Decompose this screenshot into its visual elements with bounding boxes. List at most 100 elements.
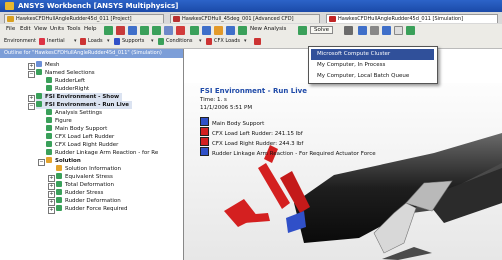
legend-swatch (200, 127, 209, 136)
collapse-icon[interactable]: − (38, 159, 45, 166)
load-icon (46, 133, 52, 139)
selection-icon (46, 85, 52, 91)
tab-project[interactable]: HawkesCFDHullAngleRudder45d_011 [Project… (4, 14, 164, 23)
tree-label: RudderRight (55, 86, 90, 92)
worksheet-icon[interactable] (214, 26, 223, 35)
supports-button[interactable]: Supports (122, 38, 144, 44)
solve-button[interactable]: Solve (310, 26, 334, 34)
generate-icon[interactable] (104, 26, 113, 35)
tree-label: Solution (55, 158, 81, 164)
cfx-loads-icon (206, 38, 212, 45)
tree-item-solution[interactable]: Solution (46, 157, 81, 165)
tree-item-solution-info[interactable]: Solution Information (56, 165, 121, 173)
clear-icon[interactable] (116, 26, 125, 35)
legend-label: Rudder Linkage Arm Reaction - For Requir… (212, 151, 376, 157)
menu-file[interactable]: File (6, 26, 15, 32)
loads-button[interactable]: Loads (88, 38, 103, 44)
conditions-dropdown-icon[interactable]: ▾ (199, 38, 202, 44)
tree-item-fsi-show[interactable]: FSI Environment - Show (36, 93, 123, 101)
fit-icon[interactable] (382, 26, 391, 35)
tree-item-main-body-support[interactable]: Main Body Support (46, 125, 107, 133)
tree-item-named-selections[interactable]: Named Selections (36, 69, 95, 77)
new-analysis-icon (238, 26, 247, 35)
check-icon[interactable] (190, 26, 199, 35)
expand-icon[interactable]: + (48, 175, 55, 182)
environment-label: Environment (4, 38, 36, 44)
inertial-dropdown-icon[interactable]: ▾ (74, 38, 77, 44)
tree-item-rudder-stress[interactable]: Rudder Stress (56, 189, 103, 197)
tree-item-rudder-force-required[interactable]: Rudder Force Required (56, 205, 128, 213)
expand-icon[interactable]: + (28, 63, 35, 70)
update-icon[interactable] (128, 26, 137, 35)
cfx-loads-dropdown-icon[interactable]: ▾ (244, 38, 247, 44)
collapse-icon[interactable]: − (28, 103, 35, 110)
menu-item-in-process[interactable]: My Computer, In Process (311, 60, 434, 71)
expand-icon[interactable]: + (48, 191, 55, 198)
tree-label: Equivalent Stress (65, 174, 113, 180)
chart-icon[interactable] (202, 26, 211, 35)
tree-item-equivalent-stress[interactable]: Equivalent Stress (56, 173, 113, 181)
supports-dropdown-icon[interactable]: ▾ (151, 38, 154, 44)
tree-label: Rudder Force Required (65, 206, 128, 212)
window-titlebar: ANSYS Workbench [ANSYS Multiphysics] (0, 0, 502, 12)
tab-simulation[interactable]: HawkesCFDHullAngleRudder45d_011 [Simulat… (326, 14, 498, 23)
menu-tools[interactable]: Tools (67, 26, 81, 32)
probe-icon[interactable] (140, 26, 149, 35)
tree-item-total-deformation[interactable]: Total Deformation (56, 181, 114, 189)
tree-item-rudder-right[interactable]: RudderRight (46, 85, 89, 93)
solve-dropdown-arrow-icon[interactable] (344, 26, 353, 35)
tree-item-rudder-linkage[interactable]: Rudder Linkage Arm Reaction - for Re (46, 149, 158, 157)
tree-item-fsi-run-live[interactable]: FSI Environment - Run Live (36, 101, 133, 109)
expand-icon[interactable]: + (48, 199, 55, 206)
tree-item-figure[interactable]: Figure (46, 117, 72, 125)
menu-item-local-batch-queue[interactable]: My Computer, Local Batch Queue (311, 71, 434, 82)
named-selection-icon (36, 69, 42, 75)
menu-units[interactable]: Units (50, 26, 64, 32)
solve-icon (298, 26, 307, 35)
report-icon[interactable] (176, 26, 185, 35)
tree-item-rudder-deformation[interactable]: Rudder Deformation (56, 197, 121, 205)
expand-icon[interactable]: + (48, 183, 55, 190)
tab-advanced-cfd[interactable]: HawkesCFDHull_45deg_001 [Advanced CFD] (170, 14, 320, 23)
tree-item-cfx-load-left[interactable]: CFX Load Left Rudder (46, 133, 114, 141)
conditions-button[interactable]: Conditions (166, 38, 192, 44)
result-icon (56, 197, 62, 203)
tree-label: Solution Information (65, 166, 121, 172)
expand-icon[interactable]: + (28, 95, 35, 102)
legend-item-cfx-right: CFX Load Right Rudder: 244.3 lbf (200, 137, 303, 147)
legend-swatch (200, 137, 209, 146)
tree-item-analysis-settings[interactable]: Analysis Settings (46, 109, 102, 117)
tab-label: HawkesCFDHull_45deg_001 [Advanced CFD] (182, 16, 294, 22)
tool-icon[interactable] (254, 38, 261, 45)
result-icon (56, 205, 62, 211)
menu-edit[interactable]: Edit (20, 26, 31, 32)
tree-label: Total Deformation (65, 182, 114, 188)
window-icon[interactable] (394, 26, 403, 35)
viewport-time: Time: 1. s (200, 97, 227, 103)
selection-icon (46, 77, 52, 83)
cfx-loads-button[interactable]: CFX Loads (214, 38, 240, 44)
support-icon (46, 125, 52, 131)
menu-view[interactable]: View (34, 26, 47, 32)
menu-item-microsoft-compute-cluster[interactable]: Microsoft Compute Cluster (311, 49, 434, 60)
collapse-icon[interactable]: − (28, 71, 35, 78)
mesh-icon (36, 61, 42, 67)
tree-item-rudder-left[interactable]: RudderLeft (46, 77, 85, 85)
tree-item-cfx-load-right[interactable]: CFX Load Right Rudder (46, 141, 118, 149)
inertial-button[interactable]: Inertial (47, 38, 65, 44)
loads-dropdown-icon[interactable]: ▾ (107, 38, 110, 44)
tree-label: Rudder Stress (65, 190, 104, 196)
table-icon[interactable] (226, 26, 235, 35)
help-icon[interactable] (406, 26, 415, 35)
viewport-date: 11/1/2006 5:51 PM (200, 105, 253, 111)
menu-help[interactable]: Help (84, 26, 97, 32)
tab-label: HawkesCFDHullAngleRudder45d_011 [Project… (16, 16, 132, 22)
new-analysis-button[interactable]: New Analysis (250, 26, 286, 32)
expand-icon[interactable]: + (48, 207, 55, 214)
tree-item-mesh[interactable]: Mesh (36, 61, 59, 69)
load-icon (46, 141, 52, 147)
view-icon[interactable] (358, 26, 367, 35)
save-icon[interactable] (164, 26, 173, 35)
select-icon[interactable] (152, 26, 161, 35)
zoom-icon[interactable] (370, 26, 379, 35)
